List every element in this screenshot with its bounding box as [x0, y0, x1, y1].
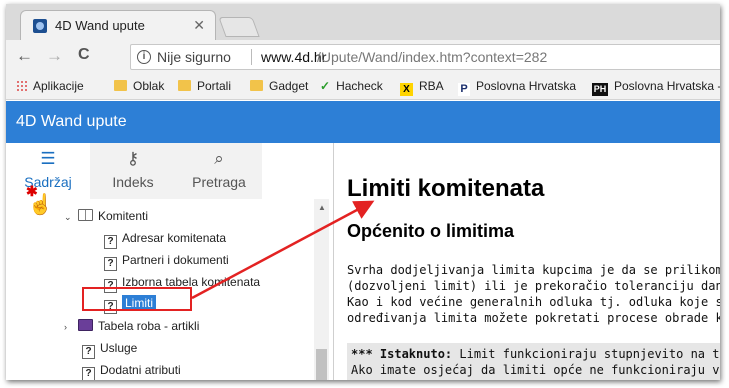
open-book-icon — [78, 209, 93, 221]
tree-item-partneri[interactable]: ? Partneri i dokumenti — [104, 251, 229, 271]
paragraph-line: Svrha dodjeljivanja limita kupcima je da… — [347, 263, 720, 277]
tab-label: Indeks — [112, 174, 154, 190]
tree-label: Usluge — [100, 341, 138, 355]
bookmark-gadget[interactable]: Gadget — [250, 79, 308, 93]
browser-tab[interactable]: 4D Wand upute ✕ — [20, 10, 216, 40]
reload-icon[interactable]: C — [78, 46, 90, 64]
help-page-icon: ? — [104, 257, 117, 271]
note-line: Ako imate osjećaj da limiti opće ne funk… — [351, 363, 720, 377]
list-icon: ☰ — [40, 149, 56, 168]
bookmark-label: Portali — [197, 79, 232, 93]
help-page-icon: ? — [104, 235, 117, 249]
ph-icon: PH — [592, 83, 608, 96]
annotation-highlight-box — [82, 287, 192, 311]
tree-label: Dodatni atributi — [100, 363, 181, 377]
left-panel: ☰ Sadržaj ⚷ Indeks ⌕ Pretraga ⌄ Komitenti… — [6, 143, 334, 380]
chevron-down-icon[interactable]: ⌄ — [64, 208, 74, 226]
bookmark-hacheck[interactable]: ✓ Hacheck — [320, 79, 383, 93]
app-title: 4D Wand upute — [16, 113, 127, 130]
section-heading: Općenito o limitima — [347, 221, 515, 241]
hand-cursor-icon: ☝ — [28, 194, 53, 216]
address-bar[interactable]: i Nije sigurno www.4d.hr /Upute/Wand/ind… — [130, 44, 720, 70]
folder-icon — [178, 80, 191, 91]
close-tab-icon[interactable]: ✕ — [193, 17, 205, 34]
bookmark-aplikacije[interactable]: Aplikacije — [16, 79, 84, 93]
chevron-right-icon[interactable]: › — [64, 318, 74, 336]
tab-title: 4D Wand upute — [55, 18, 145, 33]
paragraph-line: Kao i kod većine generalnih odluka tj. o… — [347, 295, 720, 309]
bookmark-poslovna-hrvatska-2[interactable]: PH Poslovna Hrvatska - — [592, 79, 720, 96]
bookmark-poslovna-hrvatska[interactable]: P Poslovna Hrvatska — [458, 79, 576, 96]
tree-label: Komitenti — [98, 209, 149, 223]
tree-scrollbar[interactable]: ▲ — [314, 199, 329, 380]
bookmarks-bar: Aplikacije Oblak Portali Gadget ✓ Hacheck… — [6, 74, 720, 100]
tab-label: Sadržaj — [24, 174, 72, 190]
key-icon: ⚷ — [126, 149, 140, 168]
check-icon: ✓ — [320, 79, 331, 93]
bookmark-label: Aplikacije — [33, 79, 84, 93]
tab-strip: 4D Wand upute ✕ — [6, 4, 720, 40]
note-text: Limit funkcioniraju stupnjevito na tri — [452, 347, 720, 361]
help-page-icon: ? — [82, 345, 95, 359]
tree-label: Partneri i dokumenti — [122, 253, 229, 267]
paragraph-line: određivanja limita možete pokretati proc… — [347, 311, 720, 325]
bookmark-label: Gadget — [269, 79, 309, 93]
browser-toolbar: ← → C i Nije sigurno www.4d.hr /Upute/Wa… — [6, 40, 720, 74]
help-page-icon: ? — [82, 367, 95, 380]
new-tab-button[interactable] — [218, 17, 260, 37]
bookmark-portali[interactable]: Portali — [178, 79, 231, 93]
url-path[interactable]: /Upute/Wand/index.htm?context=282 — [317, 49, 547, 65]
tree-item-usluge[interactable]: ? Usluge — [82, 339, 138, 359]
bookmark-label: RBA — [419, 79, 444, 93]
divider — [251, 49, 252, 65]
closed-book-icon — [78, 319, 93, 331]
tab-indeks[interactable]: ⚷ Indeks — [90, 143, 176, 199]
scroll-up-icon[interactable]: ▲ — [318, 203, 326, 212]
rba-icon: X — [400, 83, 413, 96]
tab-label: Pretraga — [192, 174, 246, 190]
folder-icon — [250, 80, 263, 91]
search-icon: ⌕ — [214, 149, 224, 168]
paragraph-line: (dozvoljeni limit) ili je prekoračio tol… — [347, 279, 720, 293]
scrollbar-thumb[interactable] — [316, 349, 327, 380]
favicon-icon — [33, 19, 47, 33]
page-title: Limiti komitenata — [347, 175, 545, 202]
content-pane: Limiti komitenata Općenito o limitima Sv… — [335, 143, 720, 380]
bookmark-label: Oblak — [133, 79, 165, 93]
bookmark-label: Poslovna Hrvatska — [476, 79, 577, 93]
tab-sadrzaj[interactable]: ☰ Sadržaj — [6, 143, 90, 199]
browser-window: 4D Wand upute ✕ ← → C i Nije sigurno www… — [6, 4, 720, 380]
tree-item-dodatni[interactable]: ? Dodatni atributi — [82, 361, 181, 380]
note-box: *** Istaknuto: Limit funkcioniraju stupn… — [347, 343, 720, 380]
tree-item-tabela-roba[interactable]: › Tabela roba - artikli — [64, 317, 199, 335]
bookmark-rba[interactable]: X RBA — [400, 79, 444, 96]
apps-icon — [16, 80, 27, 91]
note-label: *** Istaknuto: — [351, 347, 453, 361]
note-line: *** Istaknuto: Limit funkcioniraju stupn… — [351, 347, 720, 361]
forward-icon[interactable]: → — [46, 46, 63, 66]
app-header: 4D Wand upute — [6, 101, 720, 143]
tree-label: Tabela roba - artikli — [98, 319, 200, 333]
bookmark-label: Hacheck — [336, 79, 383, 93]
back-icon[interactable]: ← — [16, 46, 33, 66]
tree-item-adresar[interactable]: ? Adresar komitenata — [104, 229, 227, 249]
bookmark-oblak[interactable]: Oblak — [114, 79, 164, 93]
info-icon[interactable]: i — [137, 50, 151, 64]
tree-item-komitenti[interactable]: ⌄ Komitenti — [64, 207, 148, 225]
p-icon: P — [458, 83, 470, 96]
security-label[interactable]: Nije sigurno — [157, 49, 231, 65]
bookmark-label: Poslovna Hrvatska - — [614, 79, 720, 93]
tree-label: Adresar komitenata — [122, 231, 227, 245]
folder-icon — [114, 80, 127, 91]
tab-pretraga[interactable]: ⌕ Pretraga — [176, 143, 262, 199]
